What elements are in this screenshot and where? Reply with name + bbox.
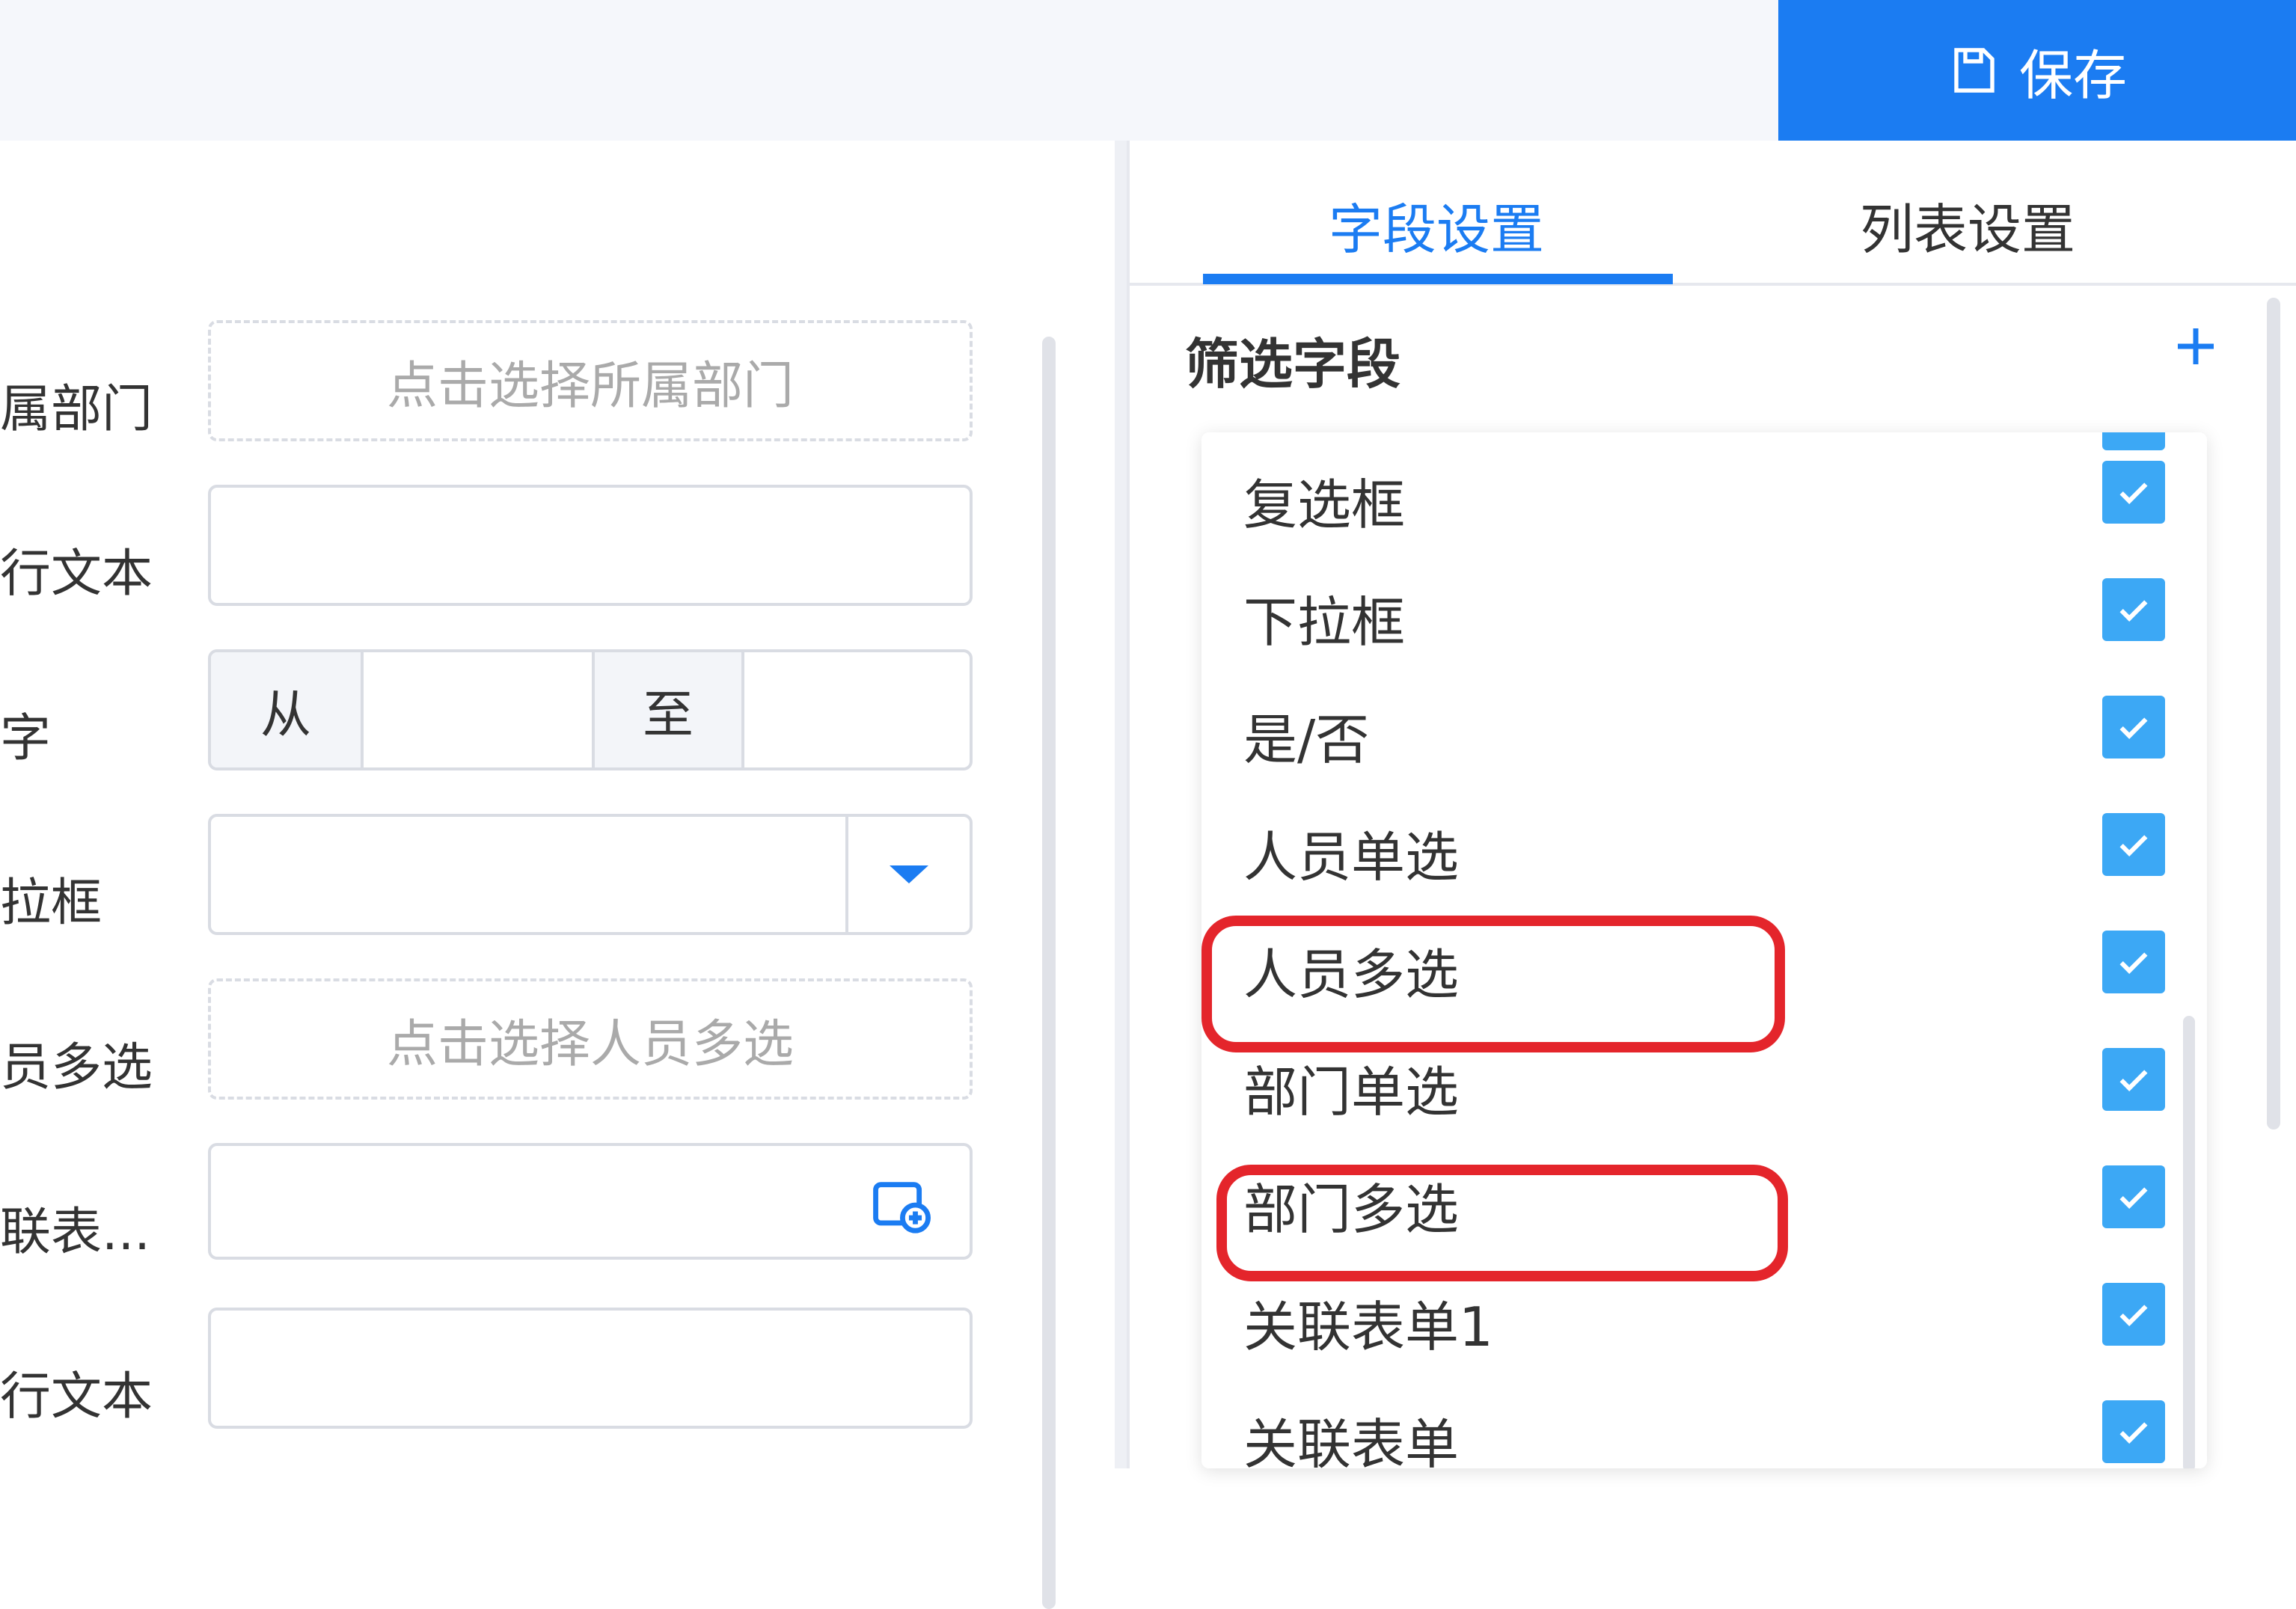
- form-label-text: 行文本: [0, 545, 153, 604]
- checkbox-checked-icon[interactable]: [2102, 1048, 2165, 1111]
- filter-option-label: 关联表单: [1243, 1413, 1460, 1468]
- form-label-dropdown: 拉框: [0, 874, 102, 933]
- filter-fields-title: 筛选字段: [1185, 333, 1401, 396]
- caret-down-icon: [890, 865, 928, 883]
- checkbox-checked-icon[interactable]: [2102, 578, 2165, 641]
- form-canvas: 属部门 点击选择所属部门 行文本 字 从 至 拉框 员多选 点击选择人员多选 联…: [0, 141, 1115, 1609]
- range-from-label: 从: [211, 652, 364, 767]
- checkbox-checked-icon[interactable]: [2102, 461, 2165, 524]
- department-picker-placeholder: 点击选择所属部门: [386, 356, 794, 416]
- checkbox-checked-icon[interactable]: [2102, 1165, 2165, 1228]
- filter-option-label: 复选框: [1243, 473, 1406, 536]
- form-label-related-form: 联表...: [0, 1203, 150, 1262]
- active-tab-indicator: [1203, 274, 1673, 284]
- range-from-input[interactable]: [364, 652, 592, 767]
- save-label: 保存: [2018, 43, 2127, 107]
- panel-scrollbar[interactable]: [2267, 298, 2280, 1130]
- add-filter-button[interactable]: [2162, 313, 2229, 380]
- related-form-add-icon[interactable]: [869, 1174, 931, 1236]
- text-input-field[interactable]: [208, 485, 973, 606]
- save-button[interactable]: 保存: [1778, 0, 2296, 141]
- panel-divider: [1115, 141, 1127, 1468]
- filter-option-checkbox[interactable]: 复选框: [1201, 434, 2207, 551]
- text-input-field-2[interactable]: [208, 1308, 973, 1429]
- form-scrollbar[interactable]: [1042, 337, 1056, 1609]
- checkbox-checked-icon[interactable]: [2102, 1400, 2165, 1463]
- tab-list-settings[interactable]: 列表设置: [1860, 186, 2075, 264]
- filter-option-member-single[interactable]: 人员单选: [1201, 786, 2207, 903]
- form-label-text-2: 行文本: [0, 1367, 153, 1426]
- save-icon: [1954, 48, 1995, 93]
- checkbox-checked-icon[interactable]: [2102, 931, 2165, 993]
- highlight-dept-multi: [1216, 1165, 1788, 1281]
- highlight-member-multi: [1201, 916, 1785, 1052]
- filter-option-label: 是/否: [1243, 708, 1370, 771]
- number-range-field: 从 至: [208, 649, 973, 770]
- filter-option-dropdown[interactable]: 下拉框: [1201, 551, 2207, 668]
- filter-option-related-form[interactable]: 关联表单: [1201, 1373, 2207, 1468]
- dropdown-select-field[interactable]: [208, 814, 973, 935]
- filter-option-label: 人员单选: [1243, 826, 1460, 889]
- related-form-field[interactable]: [208, 1143, 973, 1260]
- tab-field-settings[interactable]: 字段设置: [1329, 186, 1544, 264]
- form-label-number: 字: [0, 709, 52, 768]
- range-to-label: 至: [592, 652, 744, 767]
- filter-option-label: 部门单选: [1243, 1061, 1460, 1124]
- dropdown-scrollbar[interactable]: [2183, 1016, 2195, 1468]
- dropdown-arrow[interactable]: [845, 817, 970, 932]
- range-to-input[interactable]: [744, 652, 970, 767]
- filter-option-yes-no[interactable]: 是/否: [1201, 669, 2207, 785]
- member-multi-placeholder: 点击选择人员多选: [386, 1014, 794, 1074]
- checkbox-checked-icon[interactable]: [2102, 1283, 2165, 1346]
- form-label-department: 属部门: [0, 380, 153, 439]
- checkbox-checked-icon[interactable]: [2102, 696, 2165, 758]
- settings-tabs: 字段设置 列表设置: [1130, 141, 2296, 286]
- filter-option-label: 下拉框: [1243, 591, 1406, 654]
- plus-icon: [2178, 328, 2214, 364]
- filter-option-label: 关联表单1: [1243, 1296, 1493, 1358]
- form-label-member-multi: 员多选: [0, 1038, 153, 1097]
- member-multi-picker-field[interactable]: 点击选择人员多选: [208, 978, 973, 1100]
- checkbox-checked-icon[interactable]: [2102, 813, 2165, 876]
- department-picker-field[interactable]: 点击选择所属部门: [208, 320, 973, 441]
